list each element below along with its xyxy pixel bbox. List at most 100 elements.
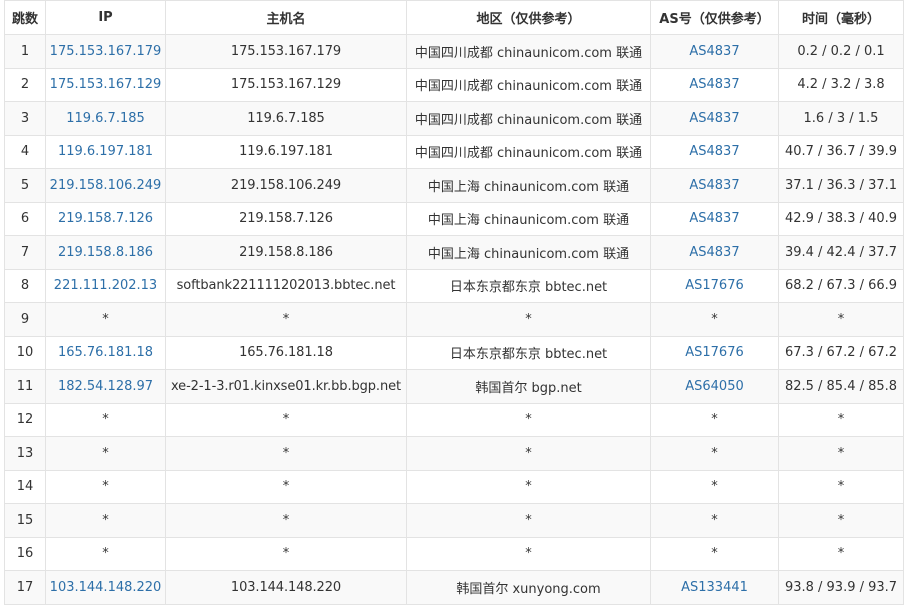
hop-cell: 12 (4, 402, 46, 437)
hostname-cell: 219.158.7.126 (165, 201, 407, 236)
region-cell: * (406, 402, 651, 437)
time-cell: 93.8 / 93.9 / 93.7 (778, 570, 904, 605)
asn-cell: * (650, 402, 779, 437)
table-row: 2 175.153.167.129 175.153.167.129 中国四川成都 ch… (4, 67, 904, 102)
ip-link[interactable]: 119.6.197.181 (45, 134, 166, 169)
ip-link[interactable]: 175.153.167.129 (45, 67, 166, 102)
hop-cell: 5 (4, 168, 46, 203)
table-row: 9 * * * * * (4, 302, 904, 337)
region-cell: 韩国首尔 xunyong.com (406, 570, 651, 605)
header-time: 时间（毫秒） (778, 0, 904, 35)
table-row: 4 119.6.197.181 119.6.197.181 中国四川成都 chinau… (4, 134, 904, 169)
region-cell: 日本东京都东京 bbtec.net (406, 335, 651, 370)
hostname-cell: 119.6.7.185 (165, 101, 407, 136)
hostname-cell: * (165, 436, 407, 471)
time-cell: 37.1 / 36.3 / 37.1 (778, 168, 904, 203)
hostname-cell: * (165, 469, 407, 504)
time-cell: * (778, 436, 904, 471)
time-cell: 67.3 / 67.2 / 67.2 (778, 335, 904, 370)
table-row: 6 219.158.7.126 219.158.7.126 中国上海 chinauni… (4, 201, 904, 236)
hop-cell: 7 (4, 235, 46, 270)
table-row: 7 219.158.8.186 219.158.8.186 中国上海 chinauni… (4, 235, 904, 270)
asn-link[interactable]: AS64050 (650, 369, 779, 404)
hostname-cell: * (165, 536, 407, 571)
hop-cell: 10 (4, 335, 46, 370)
table-row: 5 219.158.106.249 219.158.106.249 中国上海 chin… (4, 168, 904, 203)
hostname-cell: 175.153.167.129 (165, 67, 407, 102)
time-cell: * (778, 536, 904, 571)
hostname-cell: 219.158.8.186 (165, 235, 407, 270)
table-row: 13 * * * * * (4, 436, 904, 471)
hostname-cell: * (165, 402, 407, 437)
region-cell: 中国四川成都 chinaunicom.com 联通 (406, 101, 651, 136)
hop-cell: 3 (4, 101, 46, 136)
ip-link[interactable]: 219.158.8.186 (45, 235, 166, 270)
time-cell: 1.6 / 3 / 1.5 (778, 101, 904, 136)
table-row: 15 * * * * * (4, 503, 904, 538)
hop-cell: 9 (4, 302, 46, 337)
ip-link[interactable]: 165.76.181.18 (45, 335, 166, 370)
time-cell: 39.4 / 42.4 / 37.7 (778, 235, 904, 270)
region-cell: 中国四川成都 chinaunicom.com 联通 (406, 134, 651, 169)
asn-link[interactable]: AS4837 (650, 101, 779, 136)
asn-link[interactable]: AS17676 (650, 268, 779, 303)
hostname-cell: * (165, 503, 407, 538)
hostname-cell: 219.158.106.249 (165, 168, 407, 203)
asn-cell: * (650, 302, 779, 337)
ip-link[interactable]: 182.54.128.97 (45, 369, 166, 404)
hostname-cell: 103.144.148.220 (165, 570, 407, 605)
header-hop: 跳数 (4, 0, 46, 35)
ip-link[interactable]: 221.111.202.13 (45, 268, 166, 303)
ip-link[interactable]: 219.158.106.249 (45, 168, 166, 203)
region-cell: 日本东京都东京 bbtec.net (406, 268, 651, 303)
time-cell: * (778, 402, 904, 437)
asn-link[interactable]: AS4837 (650, 134, 779, 169)
ip-link[interactable]: 119.6.7.185 (45, 101, 166, 136)
ip-link[interactable]: 219.158.7.126 (45, 201, 166, 236)
time-cell: 4.2 / 3.2 / 3.8 (778, 67, 904, 102)
time-cell: * (778, 503, 904, 538)
table-row: 1 175.153.167.179 175.153.167.179 中国四川成都 ch… (4, 34, 904, 69)
table-row: 8 221.111.202.13 softbank221111202013.bbte… (4, 268, 904, 303)
asn-cell: * (650, 436, 779, 471)
hostname-cell: 119.6.197.181 (165, 134, 407, 169)
region-cell: * (406, 436, 651, 471)
asn-link[interactable]: AS17676 (650, 335, 779, 370)
asn-cell: * (650, 536, 779, 571)
region-cell: 中国上海 chinaunicom.com 联通 (406, 201, 651, 236)
asn-link[interactable]: AS133441 (650, 570, 779, 605)
table-row: 3 119.6.7.185 119.6.7.185 中国四川成都 chinaunico… (4, 101, 904, 136)
asn-link[interactable]: AS4837 (650, 235, 779, 270)
ip-cell: * (45, 536, 166, 571)
hostname-cell: 175.153.167.179 (165, 34, 407, 69)
hostname-cell: softbank221111202013.bbtec.net (165, 268, 407, 303)
table-row: 10 165.76.181.18 165.76.181.18 日本东京都东京 bbte… (4, 335, 904, 370)
asn-link[interactable]: AS4837 (650, 34, 779, 69)
ip-cell: * (45, 302, 166, 337)
asn-link[interactable]: AS4837 (650, 67, 779, 102)
table-row: 11 182.54.128.97 xe-2-1-3.r01.kinxse01.kr.… (4, 369, 904, 404)
asn-link[interactable]: AS4837 (650, 168, 779, 203)
time-cell: * (778, 302, 904, 337)
region-cell: 韩国首尔 bgp.net (406, 369, 651, 404)
hop-cell: 15 (4, 503, 46, 538)
region-cell: * (406, 302, 651, 337)
time-cell: 42.9 / 38.3 / 40.9 (778, 201, 904, 236)
time-cell: 0.2 / 0.2 / 0.1 (778, 34, 904, 69)
ip-link[interactable]: 175.153.167.179 (45, 34, 166, 69)
time-cell: 68.2 / 67.3 / 66.9 (778, 268, 904, 303)
hostname-cell: 165.76.181.18 (165, 335, 407, 370)
region-cell: 中国上海 chinaunicom.com 联通 (406, 235, 651, 270)
hostname-cell: xe-2-1-3.r01.kinxse01.kr.bb.bgp.net (165, 369, 407, 404)
hop-cell: 8 (4, 268, 46, 303)
asn-link[interactable]: AS4837 (650, 201, 779, 236)
region-cell: 中国四川成都 chinaunicom.com 联通 (406, 67, 651, 102)
ip-cell: * (45, 503, 166, 538)
ip-link[interactable]: 103.144.148.220 (45, 570, 166, 605)
header-region: 地区（仅供参考） (406, 0, 651, 35)
header-ip: IP (45, 0, 166, 35)
asn-cell: * (650, 469, 779, 504)
table-body: 1 175.153.167.179 175.153.167.179 中国四川成都 ch… (4, 34, 904, 605)
hop-cell: 11 (4, 369, 46, 404)
hop-cell: 14 (4, 469, 46, 504)
